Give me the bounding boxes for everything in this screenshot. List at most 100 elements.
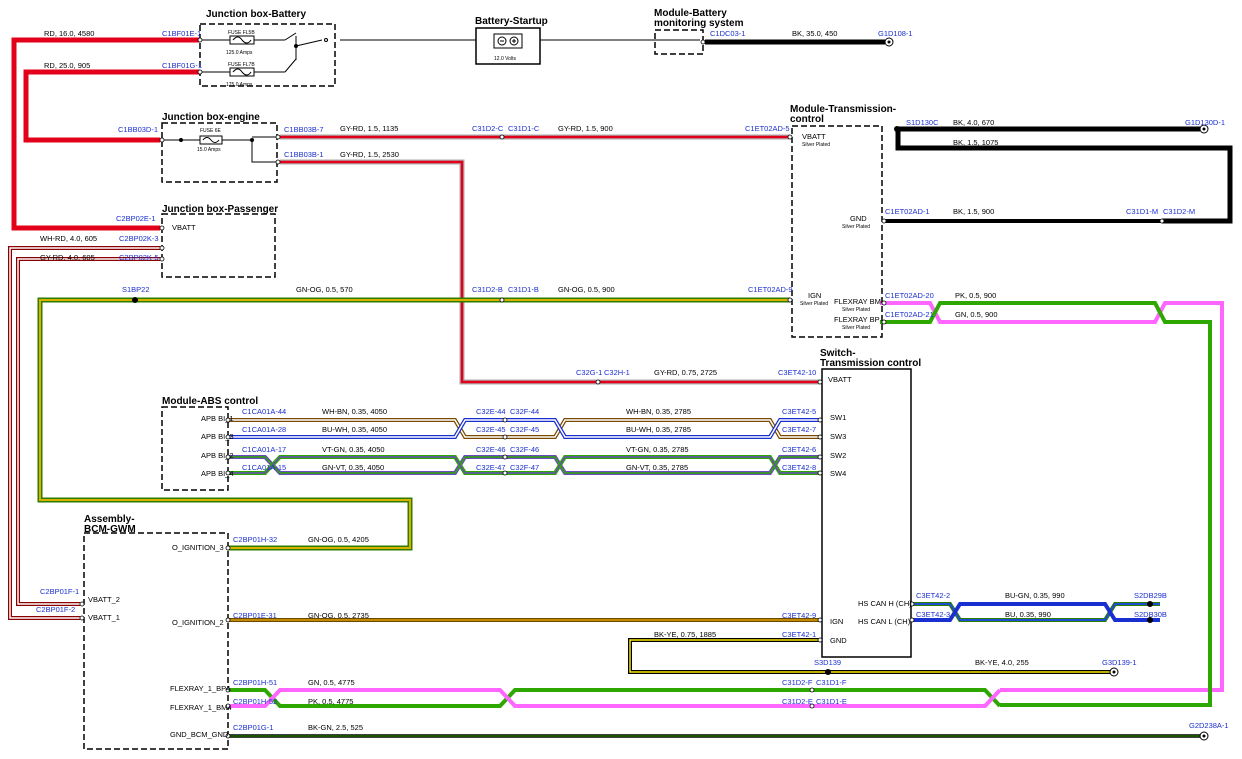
tcm-pin-vbatt: VBATT — [802, 132, 826, 141]
fuse-fl5b — [200, 32, 328, 73]
title-junction-box-passenger: Junction box-Passenger — [162, 204, 278, 215]
module-battery-monitoring — [654, 29, 704, 55]
abs-pin-4: APB BI_4 — [201, 469, 234, 478]
connector-label: S1BP22 — [122, 285, 150, 294]
wire-spec: GN, 0.5, 900 — [955, 310, 998, 319]
connector-label: C3ET42-5 — [782, 407, 816, 416]
pin-vbatt-passenger: VBATT — [172, 223, 196, 232]
connector-label: C2BP01H-32 — [233, 535, 277, 544]
wire-spec: GN-OG, 0.5, 900 — [558, 285, 615, 294]
connector-label: C2BP02K-3 — [119, 234, 159, 243]
connector-label: C1BF01G-1 — [162, 61, 202, 70]
connector-label: C32F-45 — [510, 425, 539, 434]
wire-spec: BK, 4.0, 670 — [953, 118, 994, 127]
wire-spec: RD, 25.0, 905 — [44, 61, 90, 70]
fuse-fl7b-rating: 175.0 Amps — [226, 82, 253, 88]
wire-passenger-to-bcm[interactable] — [8, 246, 160, 620]
wire-spec: GN, 0.5, 4775 — [308, 678, 355, 687]
connector-label: C1CA01A-15 — [242, 463, 286, 472]
wire-spec: BU-WH, 0.35, 4050 — [322, 425, 387, 434]
fuse-fl7b — [200, 67, 285, 77]
bcm-pin-ignition-2: O_IGNITION_2 — [172, 618, 224, 627]
title-bcm-2: BCM-GWM — [84, 524, 136, 535]
tcm-silver-2: Silver Plated — [842, 224, 870, 230]
connector-label: C1BB03B-1 — [284, 150, 324, 159]
connector-label: C1ET02AD-5 — [745, 124, 790, 133]
connector-label: C3ET42-10 — [778, 368, 816, 377]
connector-label: C1BB03B-7 — [284, 125, 324, 134]
connector-label: C31D2-E — [782, 697, 813, 706]
fuse-6e-rating: 15.0 Amps — [197, 147, 221, 153]
tcm-silver-5: Silver Plated — [842, 325, 870, 331]
connector-label: C32F-46 — [510, 445, 539, 454]
connector-label: C31D1-F — [816, 678, 847, 687]
wire-spec: GY-RD, 0.75, 2725 — [654, 368, 717, 377]
title-battery-startup: Battery-Startup — [475, 16, 548, 27]
connector-label: C3ET42-2 — [916, 591, 950, 600]
wire-spec: VT-GN, 0.35, 2785 — [626, 445, 689, 454]
assembly-bcm-gwm — [83, 532, 229, 750]
switch-pin-sw1: SW1 — [830, 413, 846, 422]
title-bms-2: monitoring system — [654, 18, 744, 29]
bcm-pin-ignition-3: O_IGNITION_3 — [172, 543, 224, 552]
connector-label: S3D139 — [814, 658, 841, 667]
wire-gy-rd-switch-vbatt[interactable] — [280, 159, 820, 385]
connector-label: G1D108-1 — [878, 29, 913, 38]
connector-label: C3ET42-7 — [782, 425, 816, 434]
wire-spec: WH-BN, 0.35, 4050 — [322, 407, 387, 416]
connector-label: C1BB03D-1 — [118, 125, 158, 134]
wire-spec: BK, 1.5, 1075 — [953, 138, 998, 147]
fuse-fl5b-label: FUSE FL5B — [228, 30, 255, 36]
switch-pin-vbatt: VBATT — [828, 375, 852, 384]
connector-label: C32E-46 — [476, 445, 506, 454]
title-abs: Module-ABS control — [162, 396, 258, 407]
wire-spec: GY-RD, 1.5, 1135 — [340, 124, 398, 133]
tcm-silver-3: Silver Plated — [800, 301, 828, 307]
bcm-pin-vbatt-2: VBATT_2 — [88, 595, 120, 604]
connector-label: C2BP02K-5 — [119, 253, 159, 262]
connector-label: C31D1-M — [1126, 207, 1158, 216]
bcm-pin-gnd: GND_BCM_GND — [170, 730, 229, 739]
connector-label: G2D238A-1 — [1189, 721, 1229, 730]
connector-label: C1CA01A-44 — [242, 407, 286, 416]
splice-s1bp22 — [132, 297, 138, 303]
wire-spec: BU-GN, 0.35, 990 — [1005, 591, 1065, 600]
tcm-pin-flexray-bp: FLEXRAY BP — [834, 315, 880, 324]
connector-label: C1CA01A-17 — [242, 445, 286, 454]
wire-spec: GN-OG, 0.5, 570 — [296, 285, 353, 294]
connector-label: C31D2-F — [782, 678, 813, 687]
switch-pin-sw3: SW3 — [830, 432, 846, 441]
wire-spec: GY-RD, 1.5, 2530 — [340, 150, 399, 159]
connector-label: C2BP01F-1 — [40, 587, 79, 596]
title-junction-box-battery: Junction box-Battery — [206, 9, 306, 20]
connector-label: C3ET42-8 — [782, 463, 816, 472]
connector-label: C32E-45 — [476, 425, 506, 434]
wire-spec: BU-WH, 0.35, 2785 — [626, 425, 691, 434]
connector-label: G1D130D-1 — [1185, 118, 1225, 127]
abs-pin-1: APB BI_1 — [201, 414, 234, 423]
bcm-pin-vbatt-1: VBATT_1 — [88, 613, 120, 622]
connector-label: C32F-47 — [510, 463, 539, 472]
connector-label: G3D139-1 — [1102, 658, 1137, 667]
switch-pin-sw4: SW4 — [830, 469, 846, 478]
ground-g1d108-icon — [884, 37, 894, 47]
wire-spec: VT-GN, 0.35, 4050 — [322, 445, 385, 454]
connector-label: C1CA01A-28 — [242, 425, 286, 434]
connector-label: C3ET42-6 — [782, 445, 816, 454]
wire-gn-og-ignition[interactable] — [37, 297, 820, 622]
bcm-pin-flexray-bm4: FLEXRAY_1_BM4 — [170, 703, 232, 712]
connector-label: S1D130C — [906, 118, 939, 127]
wire-spec: GY-RD, 1.5, 900 — [558, 124, 613, 133]
connector-pins — [79, 37, 1165, 739]
wire-spec: WH-BN, 0.35, 2785 — [626, 407, 691, 416]
wire-flexray-tcm[interactable] — [880, 301, 1224, 707]
tcm-silver-4: Silver Plated — [842, 307, 870, 313]
bcm-pin-flexray-bp4: FLEXRAY_1_BP4 — [170, 684, 230, 693]
connector-label: C1ET02AD-1 — [885, 207, 930, 216]
wire-spec: BK-YE, 0.75, 1885 — [654, 630, 716, 639]
splice-s2db29b — [1147, 601, 1153, 607]
connector-label: S2DB30B — [1134, 610, 1167, 619]
title-switch-2: Transmission control — [820, 358, 921, 369]
splice-s3d139 — [825, 669, 831, 675]
wire-spec: WH-RD, 4.0, 605 — [40, 234, 97, 243]
